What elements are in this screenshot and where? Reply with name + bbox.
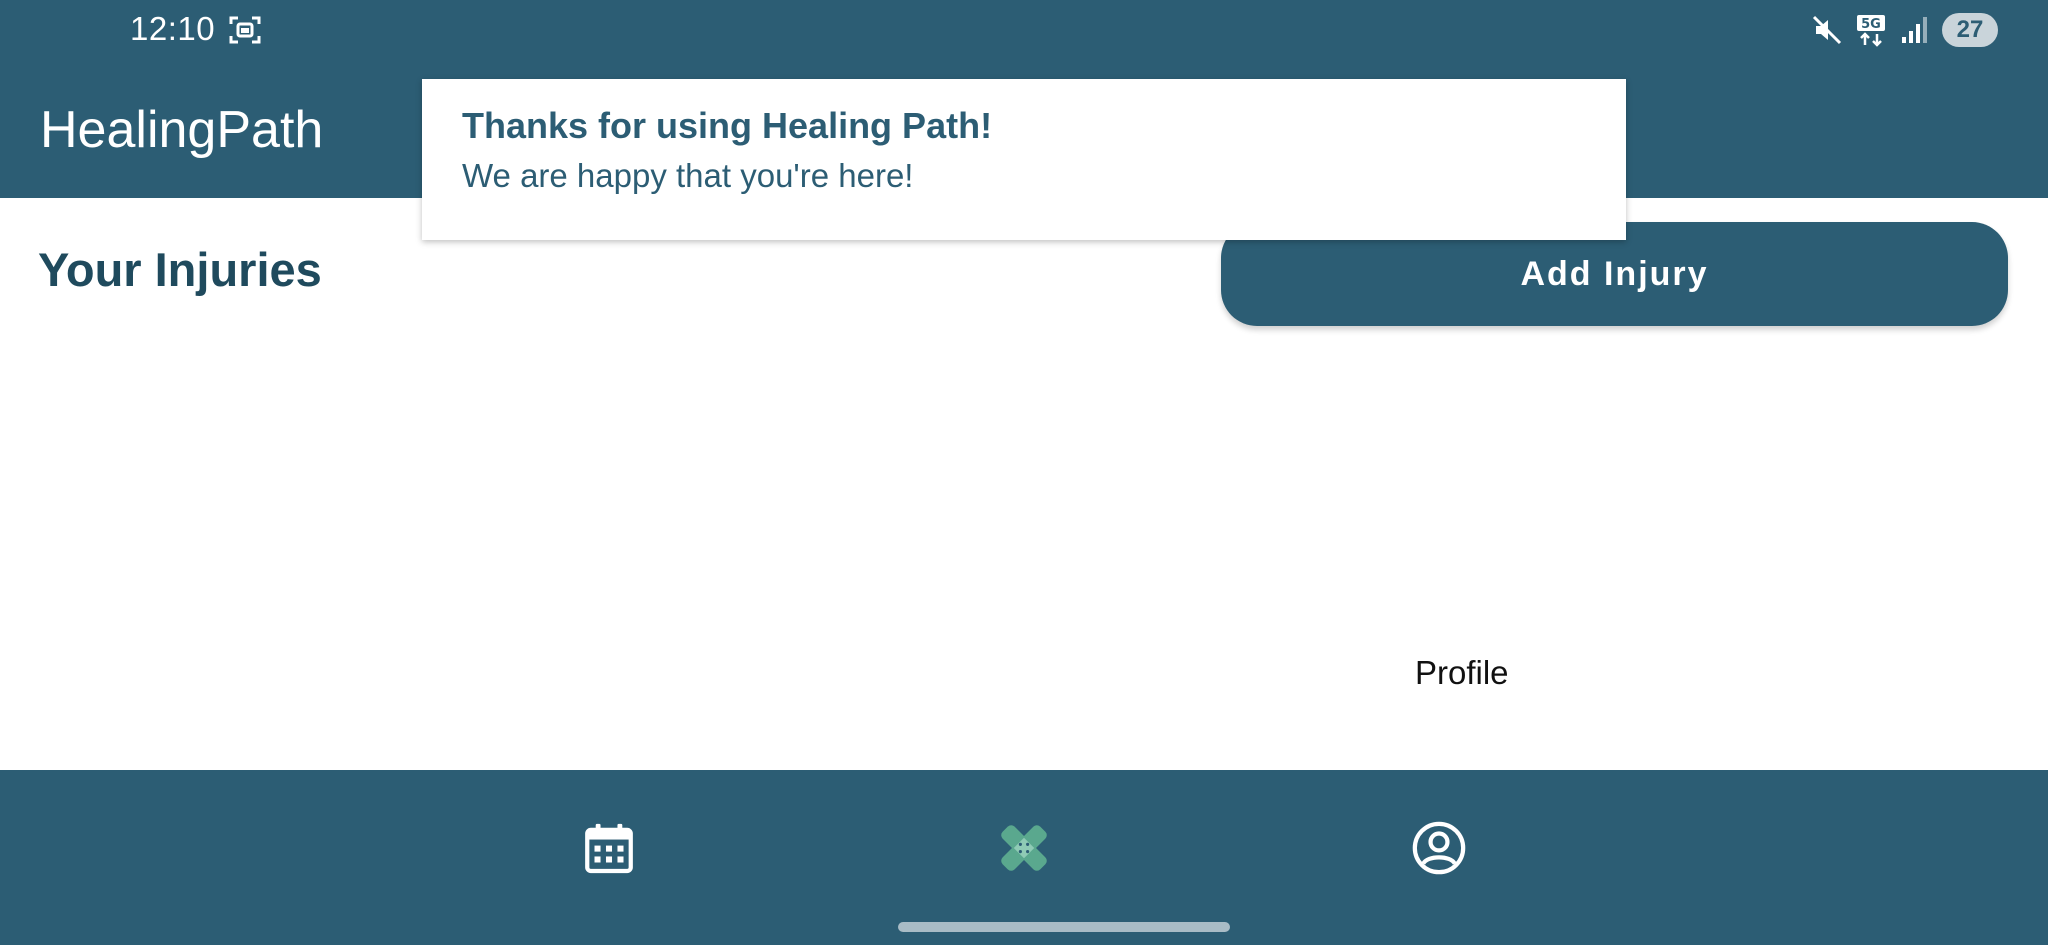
nav-injuries[interactable]	[984, 810, 1064, 890]
toast-message: We are happy that you're here!	[462, 157, 914, 194]
status-icons: 5G 27	[1810, 10, 1998, 50]
screenshot-icon	[228, 14, 262, 46]
5g-icon: 5G	[1854, 13, 1888, 47]
mute-icon	[1810, 13, 1844, 47]
battery-icon: 27	[1942, 13, 1998, 47]
bottom-nav	[0, 770, 2048, 945]
signal-icon	[1898, 13, 1932, 47]
nav-calendar[interactable]	[569, 810, 649, 890]
status-bar: 12:10 5G 27	[0, 0, 2048, 58]
app-title: HealingPath	[40, 101, 324, 159]
toast-title: Thanks for using Healing Path!	[462, 105, 993, 146]
gesture-bar[interactable]	[898, 922, 1230, 932]
main-content: Your Injuries Add Injury Profile	[0, 198, 2048, 770]
bandage-icon	[995, 819, 1053, 882]
svg-text:5G: 5G	[1861, 17, 1881, 32]
profile-label: Profile	[1415, 654, 1509, 691]
welcome-toast: Thanks for using Healing Path! We are ha…	[422, 79, 1626, 240]
page-title: Your Injuries	[38, 243, 322, 296]
status-time: 12:10	[130, 10, 216, 47]
calendar-icon	[580, 819, 638, 882]
nav-profile[interactable]	[1399, 810, 1479, 890]
profile-icon	[1410, 819, 1468, 882]
app-root: 12:10 5G 27 HealingPath Thanks for using…	[0, 0, 2048, 945]
